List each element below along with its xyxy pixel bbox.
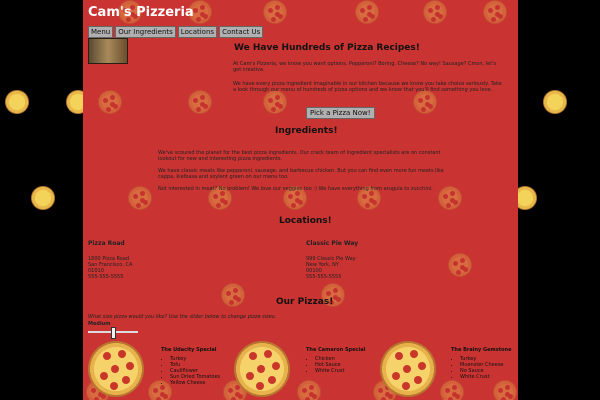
pizza-decoration-icon — [297, 380, 321, 400]
page-title: Cam's Pizzeria — [88, 5, 194, 20]
nav-contact[interactable]: Contact Us — [219, 26, 264, 38]
hero-heading: We Have Hundreds of Pizza Recipes! — [234, 43, 420, 53]
pizza-decoration-icon — [31, 186, 55, 210]
pizza-decoration-icon — [188, 90, 212, 114]
pizza-name: The Udacity Special — [161, 347, 217, 353]
pizza-decoration-icon — [221, 283, 245, 307]
pizza-toppings-list: Turkey Tofu Cauliflower Sun Dried Tomato… — [163, 356, 220, 386]
pizza-image — [88, 341, 144, 397]
location-address: 1800 Pizza Road San Francisco, CA 01010 … — [88, 256, 188, 280]
pizza-decoration-icon — [355, 0, 379, 24]
ingredients-heading: Ingredients! — [275, 126, 338, 136]
hero-paragraph-1: At Cam's Pizzeria, we know you want opti… — [233, 61, 497, 73]
nav-ingredients[interactable]: Our Ingredients — [115, 26, 176, 38]
pizza-size-slider-thumb[interactable] — [111, 327, 116, 339]
top-nav: Menu Our Ingredients Locations Contact U… — [88, 26, 264, 38]
nav-menu[interactable]: Menu — [88, 26, 114, 38]
location-address: 999 Classic Pie Way New York, NY 00100 5… — [306, 256, 406, 280]
pizza-toppings-list: Chicken Hot Sauce White Crust — [308, 356, 344, 374]
pizza-name: The Cameron Special — [306, 347, 366, 353]
pizza-decoration-icon — [263, 0, 287, 24]
ingredients-paragraph-1: We've scoured the planet for the best pi… — [158, 150, 441, 162]
pizza-size-label: Medium — [88, 321, 111, 327]
pizza-decoration-icon — [5, 90, 29, 114]
pizza-size-prompt: What size pizza would you like? Use the … — [88, 314, 277, 320]
topping-item: Yellow Cheese — [170, 380, 220, 386]
ingredients-paragraph-3: Not interested in meat? No problem! We l… — [158, 186, 433, 192]
address-line: 555-555-5555 — [88, 274, 124, 280]
pizza-decoration-icon — [263, 90, 287, 114]
pizza-toppings-list: Turkey Muenster Cheese No Sauce White Cr… — [453, 356, 504, 380]
pizzeria-photo — [88, 38, 128, 64]
pizza-decoration-icon — [413, 90, 437, 114]
address-line: 555-555-5555 — [306, 274, 342, 280]
nav-locations[interactable]: Locations — [177, 26, 218, 38]
hero-paragraph-2: We have every pizza ingredient imaginabl… — [233, 81, 502, 93]
pizza-decoration-icon — [448, 253, 472, 277]
pizza-decoration-icon — [423, 0, 447, 24]
pizza-image — [380, 341, 436, 397]
location-name: Pizza Road — [88, 240, 125, 247]
locations-heading: Locations! — [279, 216, 332, 226]
main-content: Cam's Pizzeria Menu Our Ingredients Loca… — [83, 0, 518, 400]
pizza-name: The Brainy Gemstone — [451, 347, 512, 353]
pizza-decoration-icon — [543, 90, 567, 114]
pizza-image — [234, 341, 290, 397]
topping-item: White Crust — [315, 368, 344, 374]
pizza-decoration-icon — [128, 186, 152, 210]
pizza-decoration-icon — [493, 380, 517, 400]
pizza-decoration-icon — [483, 0, 507, 24]
pizza-decoration-icon — [440, 380, 464, 400]
pizzas-heading: Our Pizzas! — [276, 297, 334, 307]
pick-pizza-button[interactable]: Pick a Pizza Now! — [306, 107, 375, 119]
pizza-decoration-icon — [98, 90, 122, 114]
ingredients-paragraph-2: We have classic meats like pepperoni, sa… — [158, 168, 444, 180]
location-name: Classic Pie Way — [306, 240, 359, 247]
topping-item: White Crust — [460, 374, 504, 380]
